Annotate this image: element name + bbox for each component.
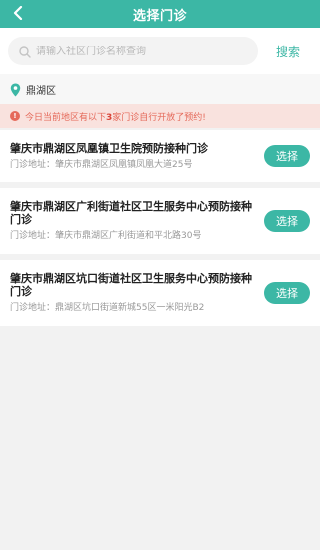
district-selector[interactable]: 鼎湖区	[0, 74, 320, 104]
clinic-address: 门诊地址：肇庆市鼎湖区凤凰镇凤凰大道25号	[10, 159, 193, 170]
search-box[interactable]	[8, 37, 258, 65]
alert-icon: !	[10, 111, 20, 121]
clinic-address: 门诊地址：鼎湖区坑口街道新城55区一米阳光B2	[10, 303, 205, 313]
clinic-name: 肇庆市鼎湖区凤凰镇卫生院预防接种门诊	[10, 141, 208, 155]
search-button[interactable]: 搜索	[264, 43, 312, 60]
clinic-info: 肇庆市鼎湖区广利街道社区卫生服务中心预防接种门诊 门诊地址：肇庆市鼎湖区广利街道…	[10, 200, 264, 242]
clinic-list: 肇庆市鼎湖区凤凰镇卫生院预防接种门诊 门诊地址：肇庆市鼎湖区凤凰镇凤凰大道25号…	[0, 128, 320, 326]
clinic-address: 门诊地址：肇庆市鼎湖区广利街道和平北路30号	[10, 231, 202, 241]
notice-text: 今日当前地区有以下3家门诊自行开放了预约!	[25, 110, 206, 123]
clinic-name: 肇庆市鼎湖区广利街道社区卫生服务中心预防接种门诊	[10, 200, 252, 226]
notice-banner: ! 今日当前地区有以下3家门诊自行开放了预约!	[0, 104, 320, 128]
notice-prefix: 今日当前地区有以下	[25, 112, 107, 123]
clinic-card: 肇庆市鼎湖区广利街道社区卫生服务中心预防接种门诊 门诊地址：肇庆市鼎湖区广利街道…	[0, 188, 320, 254]
search-icon	[18, 44, 32, 58]
clinic-name: 肇庆市鼎湖区坑口街道社区卫生服务中心预防接种门诊	[10, 272, 252, 298]
clinic-card: 肇庆市鼎湖区凤凰镇卫生院预防接种门诊 门诊地址：肇庆市鼎湖区凤凰镇凤凰大道25号…	[0, 130, 320, 182]
clinic-info: 肇庆市鼎湖区凤凰镇卫生院预防接种门诊 门诊地址：肇庆市鼎湖区凤凰镇凤凰大道25号	[10, 142, 264, 171]
location-pin-icon	[10, 82, 21, 97]
select-clinic-button[interactable]: 选择	[264, 282, 310, 304]
page-title: 选择门诊	[132, 8, 187, 24]
search-bar: 搜索	[0, 28, 320, 74]
chevron-left-icon[interactable]	[8, 3, 28, 23]
notice-suffix: 家门诊自行开放了预约!	[112, 112, 206, 123]
district-label: 鼎湖区	[26, 85, 56, 97]
select-clinic-button[interactable]: 选择	[264, 210, 310, 232]
clinic-card: 肇庆市鼎湖区坑口街道社区卫生服务中心预防接种门诊 门诊地址：鼎湖区坑口街道新城5…	[0, 260, 320, 326]
select-clinic-button[interactable]: 选择	[264, 145, 310, 167]
clinic-info: 肇庆市鼎湖区坑口街道社区卫生服务中心预防接种门诊 门诊地址：鼎湖区坑口街道新城5…	[10, 272, 264, 314]
app-header: 选择门诊	[0, 0, 320, 28]
search-input[interactable]	[36, 45, 248, 57]
